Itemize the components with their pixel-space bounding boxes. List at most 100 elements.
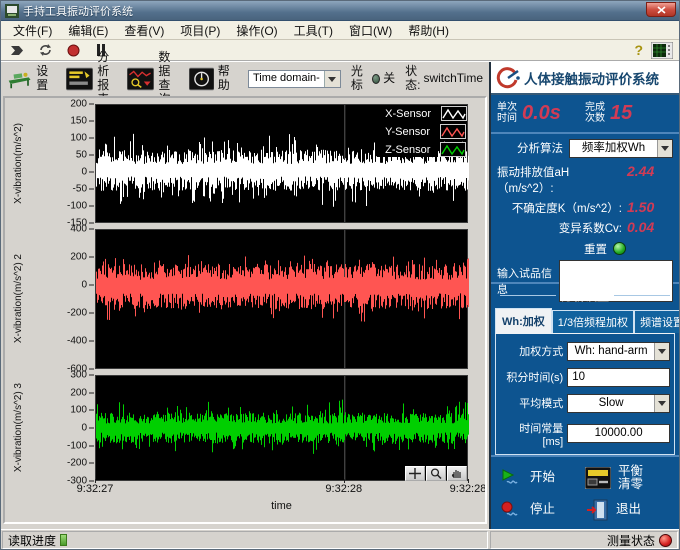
balance-zero-label: 平衡清零 xyxy=(618,465,643,493)
field-dropdown-arrow[interactable] xyxy=(654,395,669,412)
read-progress-bar xyxy=(60,534,67,546)
y-axis-label: X-vibration(m/s^2) 2 xyxy=(13,254,24,343)
panel-grid-icon[interactable] xyxy=(651,42,673,59)
y-tick-mark xyxy=(89,428,94,429)
legend-label: Y-Sensor xyxy=(377,125,438,139)
tab-content: 加权方式Wh: hand-arm积分时间(s)10平均模式Slow时间常量 [m… xyxy=(495,333,675,455)
field-dropdown[interactable]: Wh: hand-arm xyxy=(567,342,670,361)
algorithm-row: 分析算法 频率加权Wh xyxy=(497,139,673,158)
legend-waveform-icon[interactable] xyxy=(440,124,466,139)
cursor-toggle[interactable]: 光标 关 xyxy=(351,65,395,93)
menu-item[interactable]: 窗口(W) xyxy=(341,20,400,41)
stop-button[interactable]: 停止 xyxy=(499,498,585,523)
x-tick-label: 9:32:27 xyxy=(77,483,114,495)
completed-count-stat: 完成次数 15 xyxy=(585,102,673,125)
menu-item[interactable]: 工具(T) xyxy=(286,20,341,41)
crosshair-tool-button[interactable] xyxy=(405,466,425,481)
domain-dropdown[interactable]: Time domain- xyxy=(248,70,341,88)
balance-zero-icon xyxy=(585,467,611,489)
window-title: 手持工具振动评价系统 xyxy=(23,3,133,19)
menu-bar: 文件(F)编辑(E)查看(V)项目(P)操作(O)工具(T)窗口(W)帮助(H) xyxy=(1,21,679,40)
tab-active[interactable]: Wh:加权 xyxy=(495,308,552,333)
field-label: 时间常量 [ms] xyxy=(498,420,563,448)
reset-led-button[interactable] xyxy=(613,242,626,255)
measure-status-label: 测量状态 xyxy=(607,532,655,549)
y-tick-label: 100 xyxy=(70,405,87,416)
measurement-label: 振动排放值aH（m/s^2）: xyxy=(497,164,622,196)
start-label: 开始 xyxy=(530,471,555,485)
zoom-tool-button[interactable] xyxy=(426,466,446,481)
chevron-down-icon xyxy=(658,349,666,358)
graph-palette xyxy=(405,466,467,481)
x-axis-title: time xyxy=(95,500,468,512)
menu-item[interactable]: 操作(O) xyxy=(228,20,285,41)
single-time-label: 单次时间 xyxy=(497,102,517,125)
legend-label: X-Sensor xyxy=(377,107,439,121)
y-tick-label: 50 xyxy=(76,150,87,161)
y-tick-label: 400 xyxy=(70,224,87,235)
y-tick-mark xyxy=(89,481,94,482)
y-tick-label: -100 xyxy=(67,440,87,451)
close-button[interactable] xyxy=(646,2,676,17)
context-help-icon[interactable]: ? xyxy=(634,42,643,58)
settings-button[interactable]: 设置 xyxy=(7,65,56,93)
y-tick-mark xyxy=(89,155,94,156)
menu-item[interactable]: 帮助(H) xyxy=(400,20,457,41)
read-progress-cell: 读取进度 xyxy=(2,531,488,549)
menu-item[interactable]: 文件(F) xyxy=(5,20,60,41)
start-button[interactable]: 开始 xyxy=(499,463,585,494)
close-icon xyxy=(657,6,666,14)
measure-status-cell: 测量状态 xyxy=(490,531,678,549)
run-continuous-button[interactable] xyxy=(35,41,55,59)
balance-zero-button[interactable]: 平衡清零 xyxy=(585,463,671,494)
reset-label: 重置 xyxy=(584,241,607,257)
x-tick-label: 9:32:28 xyxy=(450,483,487,495)
app-icon xyxy=(5,4,19,18)
y-tick-mark xyxy=(89,369,94,370)
y-tick-label: -200 xyxy=(67,458,87,469)
y-tick-mark xyxy=(89,189,94,190)
legend-item[interactable]: X-Sensor xyxy=(377,106,467,121)
pan-tool-button[interactable] xyxy=(447,466,467,481)
field-dropdown-arrow[interactable] xyxy=(654,343,669,360)
legend-item[interactable]: Y-Sensor xyxy=(377,124,467,139)
menu-item[interactable]: 编辑(E) xyxy=(60,20,116,41)
y-tick-mark xyxy=(89,313,94,314)
y-axis: X-vibration(m/s^2) 3 xyxy=(5,375,31,481)
y-tick-mark xyxy=(89,172,94,173)
tab-inactive[interactable]: 频谱设置 xyxy=(634,310,680,333)
measurement-value: 2.44 xyxy=(627,163,661,179)
y-tick-mark xyxy=(89,285,94,286)
legend-waveform-icon[interactable] xyxy=(440,142,466,157)
y-tick-label: 300 xyxy=(70,370,87,381)
y-tick-mark xyxy=(89,206,94,207)
y-tick-label: 150 xyxy=(70,116,87,127)
algorithm-dropdown[interactable]: 频率加权Wh xyxy=(569,139,673,158)
status-bar: 读取进度 测量状态 xyxy=(1,529,679,550)
menu-item[interactable]: 查看(V) xyxy=(116,20,172,41)
single-time-stat: 单次时间 0.0s xyxy=(497,102,585,125)
field-dropdown-value: Slow xyxy=(568,395,654,412)
legend-waveform-icon[interactable] xyxy=(441,106,467,121)
waveform-plot[interactable] xyxy=(95,229,468,369)
y-tick-mark xyxy=(89,392,94,393)
legend-item[interactable]: Z-Sensor xyxy=(377,142,467,157)
settings-field-row: 平均模式Slow xyxy=(498,394,670,413)
y-tick-mark xyxy=(89,257,94,258)
single-time-value: 0.0s xyxy=(522,102,561,125)
chart-rows: X-vibration(m/s^2)200150100500-50-100-15… xyxy=(5,104,485,481)
menu-item[interactable]: 项目(P) xyxy=(172,20,228,41)
settings-header-label: 分析设置 xyxy=(561,287,609,304)
exit-button[interactable]: 退出 xyxy=(585,498,671,523)
help-button[interactable]: 帮助 xyxy=(189,65,238,93)
algorithm-dropdown-arrow[interactable] xyxy=(657,140,672,157)
status-indicator: 状态: switchTime xyxy=(405,65,483,93)
x-axis-labels: 9:32:279:32:289:32:28 xyxy=(95,483,468,496)
analysis-section: 分析算法 频率加权Wh 振动排放值aH（m/s^2）:2.44不确定度K（m/s… xyxy=(491,134,679,284)
tab-inactive[interactable]: 1/3倍频程加权 xyxy=(552,310,634,333)
run-button[interactable] xyxy=(7,41,27,59)
field-input[interactable]: 10 xyxy=(567,368,670,387)
domain-dropdown-arrow[interactable] xyxy=(324,71,340,87)
cursor-led-icon[interactable] xyxy=(372,74,380,84)
field-dropdown[interactable]: Slow xyxy=(567,394,670,413)
